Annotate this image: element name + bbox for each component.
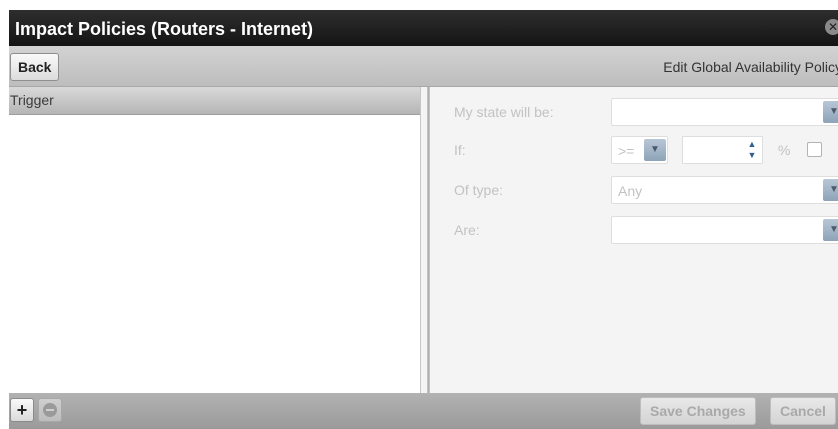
dialog-title: Impact Policies (Routers - Internet) [15, 19, 314, 39]
state-select[interactable]: ▼ [611, 98, 838, 126]
chevron-down-icon: ▼ [823, 219, 838, 241]
edit-policy-title: Edit Global Availability Policy [663, 59, 838, 75]
percent-label: % [778, 142, 791, 158]
state-label: My state will be: [454, 104, 554, 120]
add-trigger-button[interactable]: + [10, 398, 34, 422]
toolbar: Back Edit Global Availability Policy [9, 46, 838, 87]
bottom-bar: + Save Changes Cancel [9, 393, 838, 429]
chevron-down-icon: ▼ [644, 139, 666, 161]
chevron-down-icon: ▼ [823, 179, 838, 201]
cancel-button[interactable]: Cancel [770, 397, 836, 425]
impact-policies-dialog: Impact Policies (Routers - Internet) ✕ B… [9, 10, 838, 429]
type-label: Of type: [454, 182, 504, 198]
if-label: If: [454, 142, 466, 158]
trigger-form-panel: My state will be: ▼ If: >= ▼ ▲ ▼ % Of typ… [430, 87, 838, 393]
chevron-down-icon: ▼ [823, 101, 838, 123]
remove-trigger-button[interactable] [38, 398, 62, 422]
plus-icon: + [16, 400, 28, 420]
type-select[interactable]: Any ▼ [611, 176, 838, 204]
trigger-list-header: Trigger [9, 87, 420, 115]
trigger-header-label: Trigger [10, 92, 54, 108]
threshold-spinner[interactable]: ▲ ▼ [682, 136, 763, 164]
minus-icon [43, 403, 57, 417]
save-changes-button[interactable]: Save Changes [640, 397, 756, 425]
close-icon[interactable]: ✕ [825, 19, 838, 35]
are-label: Are: [454, 222, 480, 238]
up-down-arrows-icon[interactable]: ▲ ▼ [745, 139, 759, 161]
are-select[interactable]: ▼ [611, 216, 838, 244]
back-button[interactable]: Back [10, 53, 60, 81]
operator-select[interactable]: >= ▼ [611, 136, 668, 164]
trigger-list-panel: Trigger [9, 87, 421, 393]
operator-select-value: >= [618, 143, 635, 159]
title-bar: Impact Policies (Routers - Internet) ✕ [9, 10, 838, 46]
type-select-value: Any [618, 183, 643, 199]
percent-checkbox[interactable] [807, 142, 822, 157]
